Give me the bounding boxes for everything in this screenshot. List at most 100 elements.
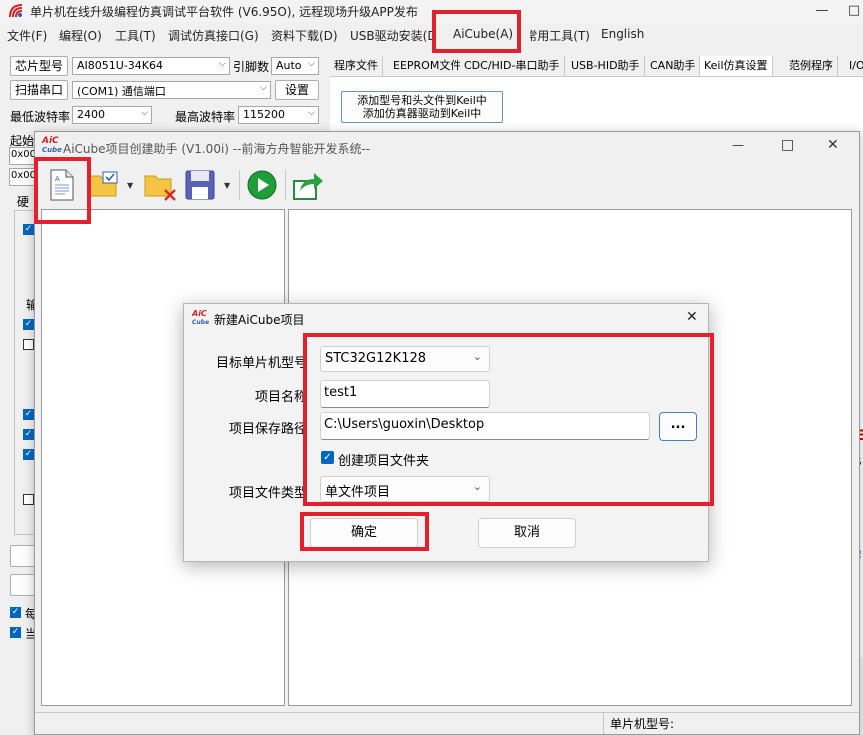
target-chip-label: 目标单片机型号 bbox=[215, 356, 307, 371]
bottom-checkbox[interactable]: ✓ bbox=[10, 627, 21, 638]
port-select[interactable]: (COM1) 通信端口 ⌵ bbox=[72, 81, 271, 99]
pin-count-label: 引脚数 bbox=[233, 60, 270, 74]
save-icon[interactable] bbox=[184, 169, 218, 201]
open-folder-icon[interactable] bbox=[89, 170, 123, 198]
app-logo-icon bbox=[9, 4, 23, 18]
project-type-value: 单文件项目 bbox=[325, 485, 391, 500]
menu-common-tools[interactable]: 常用工具(T) bbox=[530, 27, 590, 44]
svg-text:A: A bbox=[55, 175, 60, 183]
tab-eeprom-file[interactable]: EEPROM文件 bbox=[389, 56, 467, 76]
pin-count-select[interactable]: Auto ⌵ bbox=[271, 57, 319, 75]
chevron-down-icon: ⌄ bbox=[472, 480, 482, 493]
main-maximize-button[interactable]: □ bbox=[845, 0, 863, 22]
dialog-title: 新建AiCube项目 bbox=[214, 313, 305, 327]
tab-usb-hid[interactable]: USB-HID助手 bbox=[567, 56, 645, 76]
chevron-down-icon: ⌵ bbox=[308, 108, 315, 118]
tab-examples[interactable]: 范例程序 bbox=[785, 56, 838, 76]
menu-program[interactable]: 编程(O) bbox=[59, 27, 102, 44]
add-to-keil-button[interactable]: 添加型号和头文件到Keil中 添加仿真器驱动到Keil中 bbox=[341, 91, 503, 123]
tab-io[interactable]: I/O bbox=[845, 56, 863, 76]
project-name-input[interactable]: test1 bbox=[320, 380, 490, 408]
assistant-minimize-button[interactable]: — bbox=[732, 138, 744, 152]
chevron-down-icon[interactable]: ▼ bbox=[127, 181, 133, 190]
action-button[interactable] bbox=[10, 574, 36, 596]
browse-button[interactable]: ... bbox=[659, 412, 697, 441]
chevron-down-icon: ⌵ bbox=[260, 83, 267, 93]
delete-folder-icon[interactable] bbox=[143, 170, 177, 202]
dialog-close-button[interactable]: ✕ bbox=[686, 309, 698, 325]
menu-usb-driver[interactable]: USB驱动安装(D) bbox=[350, 27, 434, 44]
save-path-input[interactable]: C:\Users\guoxin\Desktop bbox=[320, 412, 650, 440]
option-checkbox[interactable]: ✓ bbox=[23, 224, 34, 235]
port-value: (COM1) 通信端口 bbox=[77, 85, 166, 98]
assistant-title: AiCube项目创建助手 (V1.00i) --前海方舟智能开发系统-- bbox=[63, 142, 371, 156]
end-address-field[interactable]: 0x00 bbox=[9, 168, 35, 186]
save-path-label: 项目保存路径 bbox=[228, 422, 307, 437]
scan-port-button[interactable]: 扫描串口 bbox=[10, 80, 68, 100]
run-icon[interactable] bbox=[247, 170, 279, 202]
start-address-field[interactable]: 0x00 bbox=[9, 147, 35, 165]
option-checkbox[interactable]: ✓ bbox=[23, 319, 34, 330]
chevron-down-icon: ⌵ bbox=[141, 108, 148, 118]
new-project-dialog: AiC Cube 新建AiCube项目 ✕ 目标单片机型号 STC32G12K12… bbox=[183, 303, 709, 562]
min-baud-label: 最低波特率 bbox=[10, 110, 71, 124]
tab-program-file[interactable]: 程序文件 bbox=[330, 56, 383, 76]
main-window-title: 单片机在线升级编程仿真调试平台软件 (V6.95O), 远程现场升级APP发布 bbox=[30, 5, 418, 19]
menu-file[interactable]: 文件(F) bbox=[7, 27, 47, 44]
chip-model-value: AI8051U-34K64 bbox=[77, 59, 163, 72]
chip-model-select[interactable]: AI8051U-34K64 ⌵ bbox=[72, 57, 230, 75]
chevron-down-icon: ⌵ bbox=[219, 59, 226, 69]
assistant-statusbar bbox=[35, 712, 859, 735]
hardware-options-group bbox=[14, 210, 34, 535]
max-baud-select[interactable]: 115200 ⌵ bbox=[238, 106, 319, 124]
option-checkbox[interactable]: ✓ bbox=[23, 429, 34, 440]
add-to-keil-line2: 添加仿真器驱动到Keil中 bbox=[362, 107, 482, 120]
menu-tools[interactable]: 工具(T) bbox=[115, 27, 156, 44]
pin-count-value: Auto bbox=[276, 59, 302, 72]
toolbar-divider bbox=[239, 170, 240, 200]
main-menubar: 文件(F) 编程(O) 工具(T) 调试仿真接口(G) 资料下载(D) USB驱… bbox=[0, 24, 863, 46]
min-baud-select[interactable]: 2400 ⌵ bbox=[72, 106, 152, 124]
option-checkbox[interactable] bbox=[23, 494, 34, 505]
max-baud-value: 115200 bbox=[243, 108, 285, 121]
project-type-label: 项目文件类型 bbox=[228, 486, 307, 501]
assistant-close-button[interactable]: ✕ bbox=[827, 137, 839, 153]
chevron-down-icon: ⌄ bbox=[472, 350, 482, 363]
min-baud-value: 2400 bbox=[77, 108, 105, 121]
create-folder-label: 创建项目文件夹 bbox=[338, 454, 430, 469]
project-type-select[interactable]: 单文件项目 ⌄ bbox=[320, 476, 490, 502]
chevron-down-icon[interactable]: ▼ bbox=[224, 181, 230, 190]
option-checkbox[interactable]: ✓ bbox=[23, 409, 34, 420]
cancel-button[interactable]: 取消 bbox=[478, 518, 576, 548]
main-titlebar: 单片机在线升级编程仿真调试平台软件 (V6.95O), 远程现场升级APP发布 … bbox=[0, 0, 863, 22]
action-button[interactable] bbox=[10, 545, 36, 567]
bottom-checkbox[interactable]: ✓ bbox=[10, 607, 21, 618]
toolbar-divider bbox=[285, 170, 286, 200]
menu-aicube[interactable]: AiCube(A) bbox=[453, 27, 513, 41]
tab-can[interactable]: CAN助手 bbox=[646, 56, 701, 76]
settings-button[interactable]: 设置 bbox=[275, 80, 319, 100]
new-file-icon[interactable]: A bbox=[49, 169, 75, 201]
option-checkbox[interactable] bbox=[23, 339, 34, 350]
chevron-down-icon: ⌵ bbox=[308, 59, 315, 69]
project-name-label: 项目名称 bbox=[254, 390, 307, 405]
add-to-keil-line1: 添加型号和头文件到Keil中 bbox=[357, 94, 487, 107]
menu-english[interactable]: English bbox=[601, 27, 644, 41]
main-minimize-button[interactable]: — bbox=[799, 0, 845, 22]
max-baud-label: 最高波特率 bbox=[175, 110, 236, 124]
option-checkbox[interactable]: ✓ bbox=[23, 449, 34, 460]
assistant-maximize-button[interactable]: □ bbox=[781, 137, 794, 153]
aicube-logo-icon: AiC Cube bbox=[42, 136, 62, 155]
aicube-logo-icon: AiC Cube bbox=[192, 309, 210, 327]
target-chip-value: STC32G12K128 bbox=[325, 351, 427, 366]
menu-debug-interface[interactable]: 调试仿真接口(G) bbox=[168, 27, 259, 44]
chip-model-status-label: 单片机型号: bbox=[610, 717, 675, 731]
menu-downloads[interactable]: 资料下载(D) bbox=[271, 27, 338, 44]
target-chip-select[interactable]: STC32G12K128 ⌄ bbox=[320, 346, 490, 372]
ok-button[interactable]: 确定 bbox=[310, 518, 418, 548]
hardware-options-label: 硬 bbox=[17, 195, 30, 209]
create-folder-checkbox[interactable]: ✓ bbox=[321, 451, 334, 464]
tab-cdc-serial[interactable]: CDC/HID-串口助手 bbox=[460, 56, 565, 76]
tab-keil-simulation[interactable]: Keil仿真设置 bbox=[700, 56, 773, 76]
export-icon[interactable] bbox=[292, 169, 324, 201]
